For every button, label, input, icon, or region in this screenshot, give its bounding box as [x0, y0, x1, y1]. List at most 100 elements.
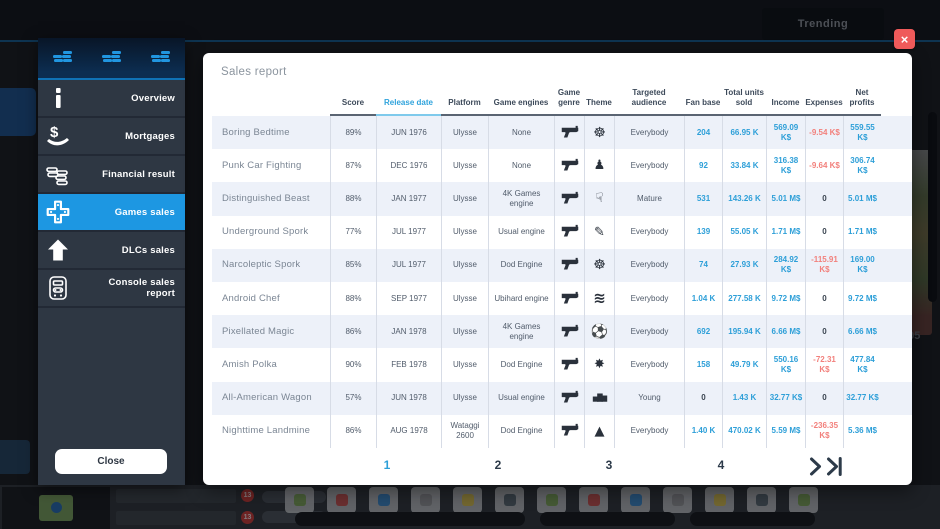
cell-value: Amish Polka — [222, 359, 277, 371]
close-window-button[interactable]: × — [894, 29, 915, 49]
genre-revolver-gun-icon — [561, 224, 579, 240]
table-row[interactable]: Underground Spork77%JUL 1977UlysseUsual … — [212, 216, 912, 249]
sidebar-item-games-sales[interactable]: Games sales — [38, 194, 185, 230]
cell-platform: Ulysse — [441, 382, 488, 415]
table-row[interactable]: Narcoleptic Spork85%JUL 1977UlysseDod En… — [212, 249, 912, 282]
sidebar-tab[interactable] — [97, 45, 127, 71]
cell-value: 1.40 K — [692, 426, 716, 436]
cell-value: Young — [638, 393, 660, 403]
cell-value: Ulysse — [453, 360, 477, 370]
last-page-icon[interactable] — [826, 457, 843, 476]
column-header-targeted-audience[interactable]: Targeted audience — [614, 72, 684, 116]
cell-expenses: 0 — [805, 315, 843, 348]
cell-value: Ulysse — [453, 327, 477, 337]
cell-value: 531 — [697, 194, 710, 204]
sidebar-item-console-sales-report[interactable]: Console sales report — [38, 270, 185, 306]
cell-fan-base: 531 — [684, 182, 722, 215]
cell-value: Mature — [637, 194, 662, 204]
cell-net-profits: 169.00 K$ — [843, 249, 881, 282]
cell-game-engine: Dod Engine — [488, 249, 554, 282]
table-row[interactable]: Distinguished Beast88%JAN 1977Ulysse4K G… — [212, 182, 912, 215]
cell-value: 0 — [822, 294, 826, 304]
column-header-label: Game genre — [554, 88, 584, 108]
cell-value: 33.84 K — [730, 161, 758, 171]
cell-targeted-audience: Everybody — [614, 249, 684, 282]
cell-theme: ☸ — [584, 249, 614, 282]
cell-score: 86% — [330, 315, 376, 348]
cell-theme: ✎ — [584, 216, 614, 249]
cell-game-genre — [554, 149, 584, 182]
theme-quill-pen-icon: ✎ — [594, 226, 605, 239]
cell-release-date: JAN 1978 — [376, 315, 441, 348]
cell-income: 284.92 K$ — [766, 249, 805, 282]
column-header-expenses[interactable]: Expenses — [805, 72, 843, 116]
cell-value: 77% — [345, 227, 361, 237]
sidebar-item-dlcs-sales[interactable]: DLCs sales — [38, 232, 185, 268]
cell-income: 550.16 K$ — [766, 348, 805, 381]
cell-release-date: JUN 1978 — [376, 382, 441, 415]
cell-game-engine: 4K Games engine — [488, 182, 554, 215]
table-row[interactable]: Pixellated Magic86%JAN 1978Ulysse4K Game… — [212, 315, 912, 348]
sales-report-panel: Sales report ScoreRelease datePlatformGa… — [203, 53, 912, 485]
column-header-fan-base[interactable]: Fan base — [684, 72, 722, 116]
table-row[interactable]: Amish Polka90%FEB 1978UlysseDod Engine✸E… — [212, 348, 912, 381]
column-header-label: Income — [771, 98, 799, 108]
cell-fan-base: 204 — [684, 116, 722, 149]
pagination-page-4[interactable]: 4 — [710, 458, 732, 472]
cell-value: 55.05 K — [730, 227, 758, 237]
cell-fan-base: 139 — [684, 216, 722, 249]
column-header-net-profits[interactable]: Net profits — [843, 72, 881, 116]
cell-value: 470.02 K — [728, 426, 760, 436]
column-header-total-units-sold[interactable]: Total units sold — [722, 72, 766, 116]
sidebar-item-mortgages[interactable]: $Mortgages — [38, 118, 185, 154]
sidebar-tab[interactable] — [146, 45, 176, 71]
cell-fan-base: 0 — [684, 382, 722, 415]
cell-game-engine: None — [488, 116, 554, 149]
column-header-label: Fan base — [686, 98, 721, 108]
column-header-label: Platform — [448, 98, 480, 108]
next-page-icon[interactable] — [809, 457, 822, 476]
cell-fan-base: 1.40 K — [684, 415, 722, 448]
cell-value: 66.95 K — [730, 128, 758, 138]
cell-value: 0 — [822, 393, 826, 403]
table-row[interactable]: Boring Bedtime89%JUN 1976UlysseNone☸Ever… — [212, 116, 912, 149]
cell-theme: ≋ — [584, 282, 614, 315]
sidebar-tab[interactable] — [48, 45, 78, 71]
cell-value: 5.36 M$ — [848, 426, 877, 436]
pagination-page-1[interactable]: 1 — [376, 458, 398, 472]
cell-net-profits: 5.36 M$ — [843, 415, 881, 448]
cell-game-engine: Dod Engine — [488, 348, 554, 381]
sidebar-item-financial-result[interactable]: Financial result — [38, 156, 185, 192]
close-button[interactable]: Close — [55, 449, 167, 474]
column-header-theme[interactable]: Theme — [584, 72, 614, 116]
pagination-page-3[interactable]: 3 — [598, 458, 620, 472]
cell-income: 316.38 K$ — [766, 149, 805, 182]
pagination-page-2[interactable]: 2 — [487, 458, 509, 472]
column-header-game-genre[interactable]: Game genre — [554, 72, 584, 116]
table-row[interactable]: Android Chef88%SEP 1977UlysseUbihard eng… — [212, 282, 912, 315]
cell-targeted-audience: Young — [614, 382, 684, 415]
cell-value: 1.71 M$ — [772, 227, 801, 237]
cell-value: 0 — [822, 194, 826, 204]
cell-total-units-sold: 195.94 K — [722, 315, 766, 348]
pagination: 1 2 3 4 — [212, 448, 912, 490]
cell-value: 32.77 K$ — [770, 393, 802, 403]
cell-value: Everybody — [631, 426, 669, 436]
table-row[interactable]: Nighttime Landmine86%AUG 1978Wataggi 260… — [212, 415, 912, 448]
table-row[interactable]: Punk Car Fighting87%DEC 1976UlysseNone♟E… — [212, 149, 912, 182]
column-header-platform[interactable]: Platform — [441, 72, 488, 116]
cell-platform: Ulysse — [441, 216, 488, 249]
genre-revolver-gun-icon — [561, 158, 579, 174]
cell-total-units-sold: 49.79 K — [722, 348, 766, 381]
table-row[interactable]: All-American Wagon57%JUN 1978UlysseUsual… — [212, 382, 912, 415]
cell-value: Everybody — [631, 327, 669, 337]
cell-value: AUG 1978 — [390, 426, 427, 436]
cell-value: Ubihard engine — [494, 294, 548, 304]
column-header-income[interactable]: Income — [766, 72, 805, 116]
cell-release-date: JUL 1977 — [376, 249, 441, 282]
column-header-game-engines[interactable]: Game engines — [488, 72, 554, 116]
column-header-release-date[interactable]: Release date — [376, 72, 441, 116]
pagination-arrows — [809, 457, 843, 476]
column-header-score[interactable]: Score — [330, 72, 376, 116]
sidebar-item-overview[interactable]: Overview — [38, 80, 185, 116]
